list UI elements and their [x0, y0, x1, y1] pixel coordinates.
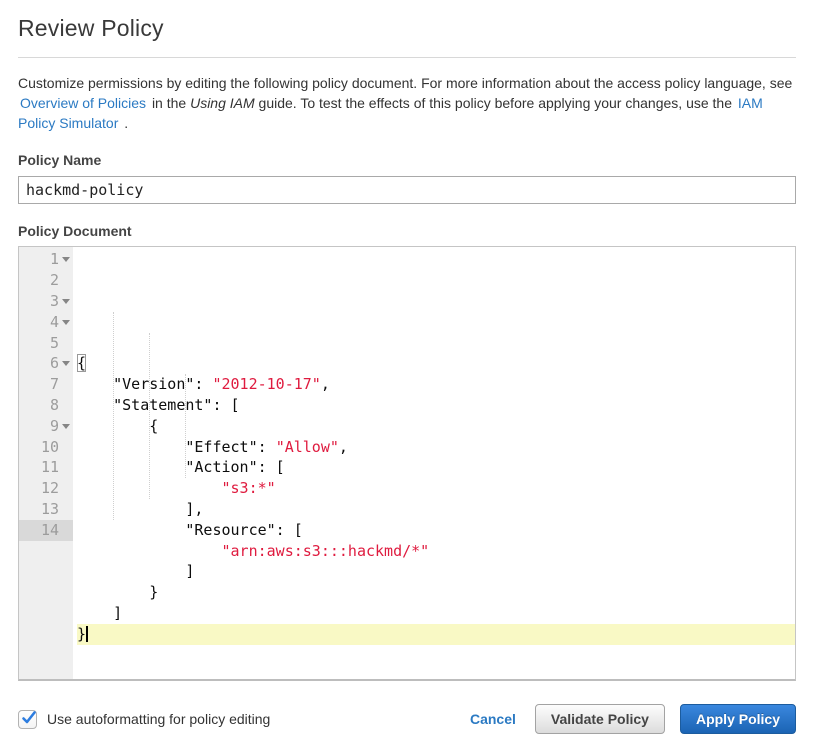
code-token: "Resource": [ — [77, 521, 303, 539]
line-number: 8 — [50, 396, 59, 414]
text-cursor — [86, 626, 88, 642]
line-number: 1 — [50, 250, 59, 268]
apply-policy-button[interactable]: Apply Policy — [680, 704, 796, 734]
code-token: ] — [77, 604, 122, 622]
code-line[interactable]: "Action": [ — [77, 457, 795, 478]
code-token: ] — [77, 562, 194, 580]
intro-text-segment: Using IAM — [190, 95, 255, 111]
gutter-line-number[interactable]: 4 — [19, 312, 73, 333]
code-token: { — [77, 417, 158, 435]
code-line[interactable]: "Resource": [ — [77, 520, 795, 541]
autoformat-label: Use autoformatting for policy editing — [47, 711, 270, 727]
policy-name-input[interactable] — [18, 176, 796, 204]
line-number: 3 — [50, 292, 59, 310]
fold-arrow-icon[interactable] — [62, 361, 70, 366]
code-token: } — [77, 583, 158, 601]
code-line[interactable]: "arn:aws:s3:::hackmd/*" — [77, 541, 795, 562]
line-number: 14 — [41, 521, 59, 539]
page-title: Review Policy — [18, 15, 796, 42]
code-token-string: "s3:*" — [222, 479, 276, 497]
code-line[interactable]: { — [77, 353, 795, 374]
intro-text: Customize permissions by editing the fol… — [18, 73, 796, 133]
line-number: 10 — [41, 438, 59, 456]
line-number: 7 — [50, 375, 59, 393]
policy-document-editor[interactable]: 1234567891011121314 { "Version": "2012-1… — [18, 246, 796, 681]
fold-arrow-icon[interactable] — [62, 299, 70, 304]
fold-arrow-icon[interactable] — [62, 320, 70, 325]
policy-document-label: Policy Document — [18, 223, 796, 239]
gutter-line-number: 11 — [19, 457, 73, 478]
code-token-string: "Allow" — [276, 438, 339, 456]
gutter-line-number: 10 — [19, 437, 73, 458]
gutter-line-number: 12 — [19, 478, 73, 499]
line-number: 11 — [41, 458, 59, 476]
gutter-line-number: 2 — [19, 270, 73, 291]
line-number: 12 — [41, 479, 59, 497]
line-number: 13 — [41, 500, 59, 518]
code-token-string: "arn:aws:s3:::hackmd/*" — [222, 542, 430, 560]
autoformat-toggle[interactable]: Use autoformatting for policy editing — [18, 710, 270, 729]
intro-text-segment: . — [124, 115, 128, 131]
editor-code-area[interactable]: { "Version": "2012-10-17", "Statement": … — [73, 247, 795, 679]
code-token — [77, 479, 222, 497]
gutter-line-number[interactable]: 6 — [19, 353, 73, 374]
editor-gutter: 1234567891011121314 — [19, 247, 73, 679]
code-token: "Statement": [ — [77, 396, 240, 414]
validate-policy-button[interactable]: Validate Policy — [535, 704, 665, 734]
code-token: , — [321, 375, 330, 393]
code-token: { — [77, 354, 86, 372]
intro-text-segment: in the — [152, 95, 190, 111]
gutter-line-number[interactable]: 3 — [19, 291, 73, 312]
code-line[interactable]: ], — [77, 499, 795, 520]
code-line[interactable]: } — [77, 582, 795, 603]
code-line[interactable]: "Effect": "Allow", — [77, 437, 795, 458]
code-token: "Action": [ — [77, 458, 285, 476]
autoformat-checkbox[interactable] — [18, 710, 37, 729]
fold-arrow-icon[interactable] — [62, 424, 70, 429]
footer-bar: Use autoformatting for policy editing Ca… — [18, 704, 796, 734]
fold-arrow-icon[interactable] — [62, 257, 70, 262]
gutter-line-number[interactable]: 1 — [19, 249, 73, 270]
code-token: ], — [77, 500, 203, 518]
code-token — [77, 542, 222, 560]
cancel-link[interactable]: Cancel — [470, 711, 516, 727]
gutter-line-number[interactable]: 9 — [19, 416, 73, 437]
footer-actions: Cancel Validate Policy Apply Policy — [470, 704, 796, 734]
code-line[interactable]: "s3:*" — [77, 478, 795, 499]
gutter-line-number: 8 — [19, 395, 73, 416]
title-divider — [18, 57, 796, 58]
code-line[interactable]: "Version": "2012-10-17", — [77, 374, 795, 395]
review-policy-page: Review Policy Customize permissions by e… — [0, 15, 814, 734]
code-line[interactable]: ] — [77, 603, 795, 624]
intro-text-segment: Customize permissions by editing the fol… — [18, 75, 792, 91]
line-number: 9 — [50, 417, 59, 435]
code-token: "Version": — [77, 375, 212, 393]
code-token-string: "2012-10-17" — [212, 375, 320, 393]
code-line[interactable]: } — [77, 624, 795, 645]
line-number: 4 — [50, 313, 59, 331]
code-line[interactable]: { — [77, 416, 795, 437]
line-number: 2 — [50, 271, 59, 289]
code-line[interactable]: "Statement": [ — [77, 395, 795, 416]
line-number: 5 — [50, 334, 59, 352]
gutter-line-number: 14 — [19, 520, 73, 541]
code-token: , — [339, 438, 348, 456]
intro-link[interactable]: Overview of Policies — [18, 95, 148, 111]
policy-name-label: Policy Name — [18, 152, 796, 168]
code-token: } — [77, 625, 86, 643]
gutter-line-number: 7 — [19, 374, 73, 395]
code-line[interactable]: ] — [77, 561, 795, 582]
intro-text-segment: guide. To test the effects of this polic… — [259, 95, 732, 111]
gutter-line-number: 13 — [19, 499, 73, 520]
checkmark-icon — [21, 710, 37, 726]
line-number: 6 — [50, 354, 59, 372]
gutter-line-number: 5 — [19, 333, 73, 354]
code-token: "Effect": — [77, 438, 276, 456]
